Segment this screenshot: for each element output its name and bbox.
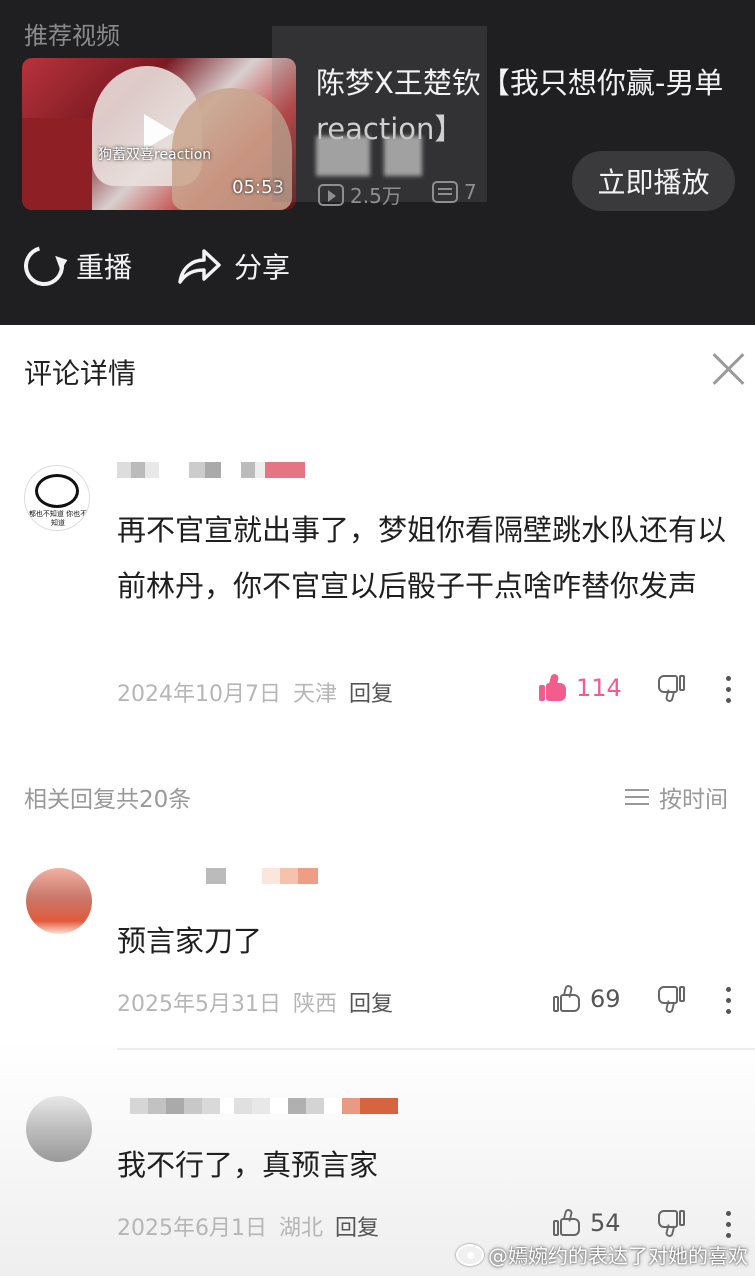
like-count: 54 [590,1209,621,1237]
thumbs-up-icon [552,1208,582,1238]
play-now-button[interactable]: 立即播放 [572,151,735,211]
comment-icon [432,181,458,203]
dislike-button[interactable] [656,984,686,1014]
avatar[interactable] [26,1096,92,1162]
reply-date: 2025年6月1日 [117,1216,267,1241]
comment-count: 7 [432,180,477,204]
avatar[interactable] [26,868,92,934]
comment-date: 2024年10月7日 [117,682,281,707]
recommended-label: 推荐视频 [24,22,120,50]
share-icon [178,249,221,284]
list-icon [625,788,649,806]
like-count: 69 [590,985,621,1013]
like-count: 114 [576,674,622,702]
video-title[interactable]: 陈梦X王楚钦【我只想你赢-男单 reaction】 [316,60,746,152]
thumbs-up-icon [552,984,582,1014]
blurred-author [316,136,370,176]
avatar-caption: 都也不知道 你也不知道 [28,510,88,527]
like-button[interactable]: 54 [552,1208,621,1238]
more-options-icon[interactable] [726,676,732,704]
weibo-logo-icon [456,1243,484,1266]
dislike-button[interactable] [656,1208,686,1238]
thumbs-down-icon [656,984,686,1014]
replay-icon [16,238,72,294]
weibo-watermark: @嫣婉约的表达了对她的喜欢 [456,1240,748,1269]
view-count: 2.5万 [318,180,402,209]
replies-count: 相关回复共20条 [24,787,192,813]
reply-text: 预言家刀了 [117,924,263,958]
thumbnail-watermark: 狗蓄双喜reaction [98,147,212,163]
dislike-button[interactable] [656,673,686,703]
reply-location: 陕西 [292,992,337,1017]
like-button[interactable]: 114 [538,673,622,703]
reply-button[interactable]: 回复 [335,1210,379,1242]
panel-title: 评论详情 [24,357,137,390]
recommended-video-area: 推荐视频 狗蓄双喜reaction 05:53 陈梦X王楚钦【我只想你赢-男单 … [0,0,755,325]
reply-text: 我不行了，真预言家 [117,1148,379,1182]
reply-meta: 2025年6月1日 湖北 回复 [117,1210,379,1242]
more-options-icon[interactable] [726,987,732,1015]
reply-meta: 2025年5月31日 陕西 回复 [117,986,393,1018]
blurred-username[interactable] [206,868,318,884]
blurred-username[interactable] [130,1098,398,1114]
reply-button[interactable]: 回复 [349,676,393,708]
replay-button[interactable]: 重播 [16,238,132,294]
video-thumbnail[interactable]: 狗蓄双喜reaction 05:53 [22,58,296,210]
video-icon [318,183,344,206]
comment-meta: 2024年10月7日 天津 回复 [117,676,393,708]
more-options-icon[interactable] [726,1211,732,1239]
close-icon[interactable] [712,352,746,386]
reply-date: 2025年5月31日 [117,992,281,1017]
reply-location: 湖北 [278,1216,323,1241]
thumbs-up-icon [538,673,568,703]
comment-text: 再不官宣就出事了，梦姐你看隔壁跳水队还有以前林丹，你不官宣以后骰子干点啥咋替你发… [117,513,727,603]
share-button[interactable]: 分享 [176,246,290,286]
blurred-username[interactable] [117,462,305,478]
reply-button[interactable]: 回复 [349,986,393,1018]
avatar[interactable]: 都也不知道 你也不知道 [24,465,90,531]
comment-location: 天津 [292,682,337,707]
thumbs-down-icon [656,673,686,703]
like-button[interactable]: 69 [552,984,621,1014]
sort-toggle[interactable]: 按时间 [625,780,728,814]
thumbs-down-icon [656,1208,686,1238]
